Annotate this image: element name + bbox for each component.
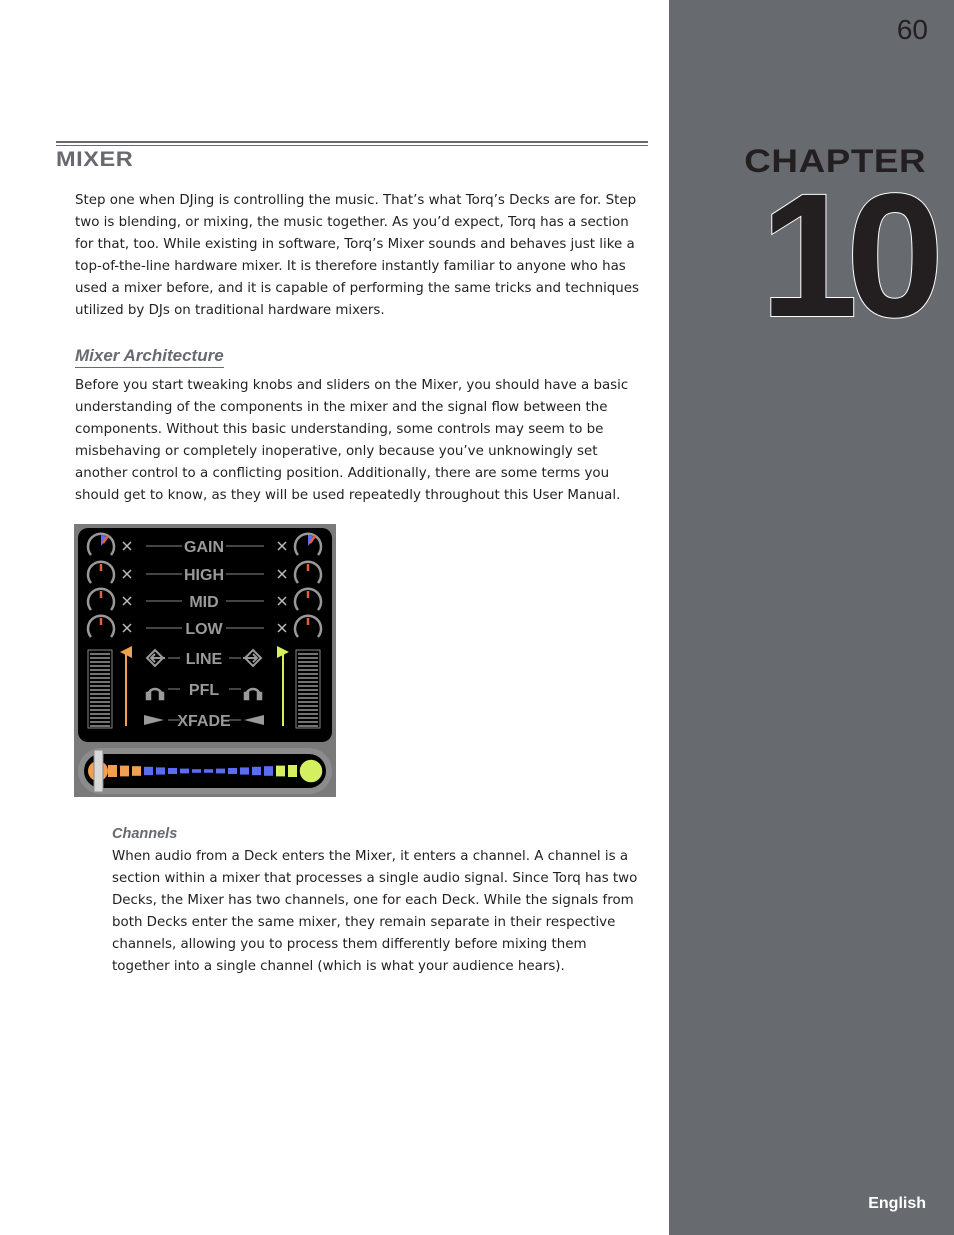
crossfader-handle[interactable] — [93, 749, 104, 793]
mixer-label-pfl: PFL — [189, 682, 219, 699]
section-rule-thin — [56, 145, 648, 146]
crossfader-segment — [132, 766, 141, 776]
chapter-number: 10 — [759, 158, 945, 354]
crossfader-segment — [156, 767, 165, 775]
crossfader-segment — [288, 765, 297, 777]
section-title: MIXER — [56, 148, 134, 171]
left-level-meter — [87, 649, 113, 729]
crossfader-segment — [240, 767, 249, 775]
chapter-sidebar: 60 CHAPTER 10 English — [669, 0, 954, 1235]
crossfader-segment — [276, 765, 285, 777]
crossfader-segment — [216, 768, 225, 774]
intro-paragraph: Step one when DJing is controlling the m… — [75, 193, 639, 318]
channels-title: Channels — [112, 826, 178, 842]
crossfader-segment — [120, 765, 129, 777]
crossfader-right-end — [298, 758, 324, 784]
crossfader-segment — [108, 765, 117, 777]
crossfader[interactable] — [78, 748, 332, 794]
crossfader-segment — [264, 766, 273, 776]
crossfader-segment — [192, 769, 201, 773]
mixer-illustration: GAIN HIGH MID LOW LINE PFL XFADE — [78, 528, 332, 794]
mixer-label-gain: GAIN — [184, 539, 224, 556]
crossfader-segment — [228, 768, 237, 774]
mixer-label-high: HIGH — [184, 567, 224, 584]
section-rule — [56, 141, 648, 143]
crossfader-segment — [180, 768, 189, 774]
mixer-label-mid: MID — [189, 594, 218, 611]
architecture-paragraph: Before you start tweaking knobs and slid… — [75, 378, 629, 503]
right-level-meter — [295, 649, 321, 729]
mixer-label-low: LOW — [185, 621, 223, 638]
mixer-label-line: LINE — [186, 651, 223, 668]
crossfader-segment — [144, 766, 153, 776]
crossfader-segment — [252, 766, 261, 776]
crossfader-segment — [204, 769, 213, 773]
crossfader-segment — [168, 768, 177, 774]
mixer-figure: GAIN HIGH MID LOW LINE PFL XFADE — [74, 524, 336, 797]
subsection-title: Mixer Architecture — [75, 346, 224, 368]
mixer-label-xfade: XFADE — [177, 713, 231, 730]
footer-language: English — [868, 1195, 926, 1212]
channels-paragraph: When audio from a Deck enters the Mixer,… — [112, 849, 638, 974]
page-number: 60 — [896, 14, 928, 45]
